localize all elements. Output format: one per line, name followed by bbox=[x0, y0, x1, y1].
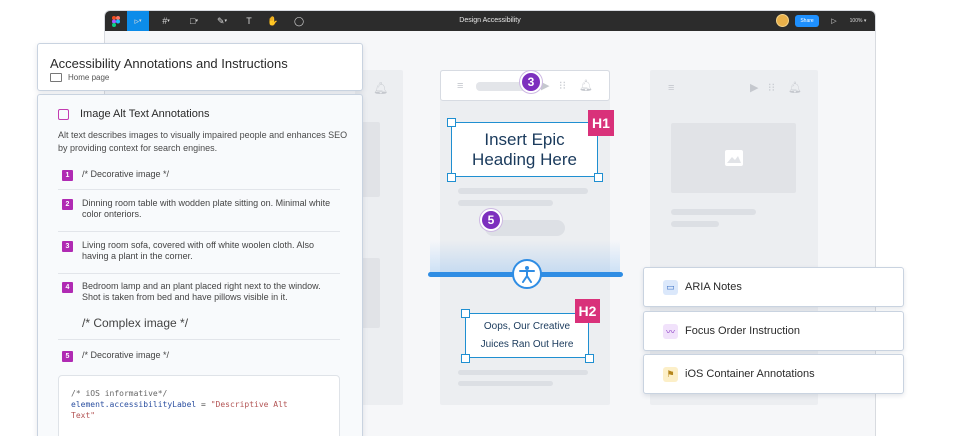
video-icon: ▶︎ bbox=[541, 80, 550, 92]
text-line-placeholder bbox=[458, 381, 553, 386]
accessibility-icon[interactable] bbox=[512, 259, 542, 289]
divider bbox=[58, 273, 340, 274]
code-string: "Descriptive Alt bbox=[210, 400, 288, 409]
item-number: 5 bbox=[62, 351, 73, 362]
text-line-placeholder bbox=[458, 370, 588, 375]
divider bbox=[58, 189, 340, 190]
focus-order-badge-5[interactable]: 5 bbox=[480, 209, 502, 231]
item-number: 3 bbox=[62, 241, 73, 252]
card-label: Focus Order Instruction bbox=[685, 325, 800, 337]
h2-tag: H2 bbox=[575, 299, 600, 323]
grid-icon: ⁝⁝ bbox=[559, 80, 566, 92]
item-text: Living room sofa, covered with off white… bbox=[82, 240, 314, 261]
heading-2-line-2: Juices Ran Out Here bbox=[480, 338, 574, 350]
window-title: Design Accessibility bbox=[459, 17, 521, 24]
play-icon[interactable]: ▷ bbox=[829, 11, 839, 31]
text-line-placeholder bbox=[458, 188, 588, 194]
canvas: { "window": {"title": "Design Accessibil… bbox=[0, 0, 980, 436]
resize-handle[interactable] bbox=[447, 118, 456, 127]
alt-text-panel: Image Alt Text Annotations Alt text desc… bbox=[37, 94, 363, 436]
item-text: Bedroom lamp and an plant placed right n… bbox=[82, 281, 321, 302]
resize-handle[interactable] bbox=[461, 309, 470, 318]
divider bbox=[58, 231, 340, 232]
heading-2-line-1: Oops, Our Creative bbox=[483, 320, 571, 332]
toolbar: ▹ ▾ # ▾ □ ▾ ✎ ▾ T ✋ ◯ Design Accessibility S… bbox=[105, 11, 875, 31]
laptop-icon bbox=[50, 73, 62, 82]
item-number: 2 bbox=[62, 199, 73, 210]
resize-handle[interactable] bbox=[594, 173, 603, 182]
text-line-placeholder bbox=[458, 200, 553, 206]
heading-1-line-2: Heading Here bbox=[472, 149, 577, 169]
menu-icon: ≡ bbox=[668, 82, 675, 94]
item-text: Dinning room table with wodden plate sit… bbox=[82, 198, 331, 219]
panel-description: Alt text describes images to visually im… bbox=[58, 130, 348, 153]
share-button[interactable]: Share bbox=[795, 15, 819, 27]
trend-icon: 〰 bbox=[663, 324, 678, 339]
code-identifier: element.accessibilityLabel bbox=[71, 400, 197, 409]
video-icon: ▶︎ bbox=[750, 82, 759, 94]
bell-icon: 🔔︎ bbox=[788, 82, 802, 94]
search-bar-placeholder bbox=[476, 82, 526, 91]
panel-heading: Image Alt Text Annotations bbox=[80, 108, 210, 120]
avatar[interactable] bbox=[776, 14, 789, 27]
heading-1-line-1: Insert Epic bbox=[484, 129, 565, 149]
item-extra-text: /* Complex image */ bbox=[82, 316, 189, 330]
text-line-placeholder bbox=[671, 221, 719, 227]
card-label: ARIA Notes bbox=[685, 281, 742, 293]
menu-icon: ≡ bbox=[457, 80, 464, 92]
aria-notes-card[interactable]: ▭ ARIA Notes bbox=[643, 267, 904, 307]
code-operator: = bbox=[196, 400, 211, 409]
resize-handle[interactable] bbox=[447, 173, 456, 182]
resize-handle[interactable] bbox=[585, 354, 594, 363]
code-comment: /* iOS informative*/ bbox=[71, 389, 168, 398]
grid-icon: ⁝⁝ bbox=[768, 82, 775, 94]
item-text: /* Decorative image */ bbox=[82, 169, 170, 179]
h1-tag: H1 bbox=[588, 110, 614, 136]
divider bbox=[58, 339, 340, 340]
item-text: /* Decorative image */ bbox=[82, 350, 170, 360]
resize-handle[interactable] bbox=[461, 354, 470, 363]
image-placeholder bbox=[671, 123, 796, 193]
heading-2-annotation[interactable]: Oops, Our Creative Juices Ran Out Here bbox=[465, 313, 589, 358]
image-icon bbox=[58, 109, 69, 120]
image-icon bbox=[724, 150, 743, 166]
ios-container-card[interactable]: ⚑ iOS Container Annotations bbox=[643, 354, 904, 394]
item-number: 4 bbox=[62, 282, 73, 293]
code-string: Text" bbox=[71, 411, 96, 420]
page-name: Home page bbox=[68, 73, 110, 82]
annotations-title-card: Accessibility Annotations and Instructio… bbox=[37, 43, 363, 91]
bell-icon: 🔔︎ bbox=[579, 80, 593, 92]
flag-icon: ⚑ bbox=[663, 367, 678, 382]
message-icon: ▭ bbox=[663, 280, 678, 295]
focus-order-card[interactable]: 〰 Focus Order Instruction bbox=[643, 311, 904, 351]
focus-order-badge-3[interactable]: 3 bbox=[520, 71, 542, 93]
zoom-level[interactable]: 100% ▾ bbox=[845, 11, 871, 31]
code-snippet[interactable]: /* iOS informative*/ element.accessibili… bbox=[58, 375, 340, 436]
bell-icon: 🔔︎ bbox=[373, 81, 389, 95]
text-line-placeholder bbox=[671, 209, 756, 215]
annotations-title: Accessibility Annotations and Instructio… bbox=[50, 56, 288, 71]
item-number: 1 bbox=[62, 170, 73, 181]
heading-1-annotation[interactable]: Insert Epic Heading Here bbox=[451, 122, 598, 177]
card-label: iOS Container Annotations bbox=[685, 368, 815, 380]
